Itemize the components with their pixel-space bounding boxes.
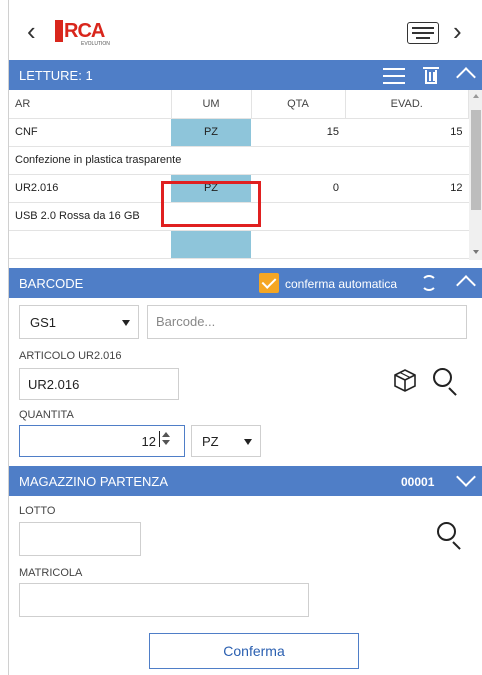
letture-table: AR UM QTA EVAD. CNF PZ 15 15 Confezione … bbox=[9, 90, 469, 260]
barcode-type-select[interactable]: GS1 bbox=[19, 305, 139, 339]
lotto-label: LOTTO bbox=[19, 505, 56, 517]
dropdown-caret-icon bbox=[244, 439, 252, 445]
trash-icon[interactable] bbox=[423, 66, 439, 85]
text-cursor bbox=[159, 431, 160, 447]
quantita-value: 12 bbox=[141, 434, 156, 449]
app-frame: ‹ RCA EVOLUTION › LETTURE: 1 AR UM QTA E… bbox=[8, 0, 482, 675]
magazzino-header: MAGAZZINO PARTENZA 00001 bbox=[9, 466, 482, 496]
table-row-description: Confezione in plastica trasparente bbox=[9, 146, 469, 175]
logo-subtitle: EVOLUTION bbox=[81, 41, 110, 47]
cell-um[interactable]: PZ bbox=[171, 118, 251, 147]
articolo-value: UR2.016 bbox=[28, 377, 80, 392]
lotto-input[interactable] bbox=[19, 522, 141, 556]
column-header-evad[interactable]: EVAD. bbox=[345, 90, 469, 119]
logo-mark-icon bbox=[55, 20, 63, 42]
cell-um[interactable] bbox=[171, 230, 251, 259]
table-row[interactable]: CNF PZ 15 15 bbox=[9, 118, 469, 147]
magazzino-title: MAGAZZINO PARTENZA bbox=[19, 474, 169, 489]
refresh-icon[interactable] bbox=[421, 275, 437, 291]
cell-qta: 0 bbox=[251, 174, 345, 203]
barcode-title: BARCODE bbox=[19, 276, 84, 291]
scrollbar-thumb[interactable] bbox=[471, 110, 481, 210]
expand-magazzino-chevron-down-icon[interactable] bbox=[456, 467, 476, 487]
scroll-down-arrow-icon[interactable] bbox=[473, 250, 479, 254]
lotto-search-icon[interactable] bbox=[437, 522, 463, 550]
auto-confirm-checkbox[interactable] bbox=[259, 273, 279, 293]
table-scrollbar[interactable] bbox=[469, 90, 482, 260]
articolo-search-icon[interactable] bbox=[433, 368, 459, 396]
barcode-input[interactable]: Barcode... bbox=[147, 305, 467, 339]
menu-icon[interactable] bbox=[383, 68, 405, 84]
unit-value: PZ bbox=[202, 434, 219, 449]
collapse-barcode-chevron-up-icon[interactable] bbox=[456, 275, 476, 295]
articolo-input[interactable]: UR2.016 bbox=[19, 368, 179, 400]
auto-confirm-label: conferma automatica bbox=[285, 277, 398, 291]
confirm-button[interactable]: Conferma bbox=[149, 633, 359, 669]
cell-ar: UR2.016 bbox=[9, 174, 171, 203]
cell-qta: 15 bbox=[251, 118, 345, 147]
back-chevron-icon[interactable]: ‹ bbox=[27, 18, 36, 44]
keyboard-icon[interactable] bbox=[407, 22, 439, 44]
table-header-row: AR UM QTA EVAD. bbox=[9, 90, 469, 119]
scroll-up-arrow-icon[interactable] bbox=[473, 94, 479, 98]
cell-evad: 12 bbox=[345, 174, 469, 203]
barcode-header: BARCODE conferma automatica bbox=[9, 268, 482, 298]
articolo-label: ARTICOLO UR2.016 bbox=[19, 350, 122, 362]
barcode-placeholder: Barcode... bbox=[156, 314, 216, 329]
letture-header: LETTURE: 1 bbox=[9, 60, 482, 90]
column-header-ar[interactable]: AR bbox=[9, 90, 172, 119]
quantita-label: QUANTITA bbox=[19, 409, 74, 421]
collapse-letture-chevron-up-icon[interactable] bbox=[456, 67, 476, 87]
quantity-stepper-icon[interactable] bbox=[162, 432, 170, 448]
cell-ar: CNF bbox=[9, 118, 171, 147]
column-header-um[interactable]: UM bbox=[171, 90, 252, 119]
letture-title: LETTURE: 1 bbox=[19, 68, 93, 83]
dropdown-caret-icon bbox=[122, 320, 130, 326]
matricola-input[interactable] bbox=[19, 583, 309, 617]
forward-chevron-icon[interactable]: › bbox=[453, 18, 462, 44]
barcode-type-value: GS1 bbox=[30, 315, 57, 330]
column-header-qta[interactable]: QTA bbox=[251, 90, 346, 119]
cell-description: Confezione in plastica trasparente bbox=[9, 146, 469, 175]
logo-text: RCA bbox=[64, 20, 105, 42]
table-row[interactable] bbox=[9, 230, 469, 259]
quantita-input[interactable]: 12 bbox=[19, 425, 185, 457]
cell-evad: 15 bbox=[345, 118, 469, 147]
magazzino-code: 00001 bbox=[401, 475, 435, 489]
top-bar: ‹ RCA EVOLUTION › bbox=[9, 0, 482, 60]
highlight-box bbox=[161, 181, 261, 227]
matricola-label: MATRICOLA bbox=[19, 567, 83, 579]
arca-logo: RCA EVOLUTION bbox=[55, 20, 110, 47]
unit-select[interactable]: PZ bbox=[191, 425, 261, 457]
package-icon[interactable] bbox=[392, 367, 418, 393]
